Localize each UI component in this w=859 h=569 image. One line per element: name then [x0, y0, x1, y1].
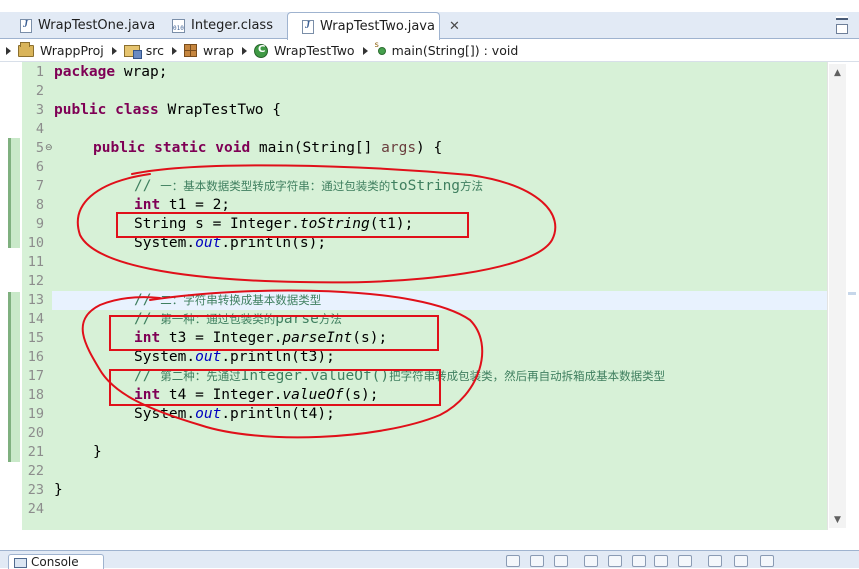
remove-launch-icon[interactable] [530, 555, 544, 567]
line-number: 8 [35, 197, 44, 213]
code-line-23: } [54, 482, 63, 498]
code-line-13-comment: // 二：字符串转换成基本数据类型 [134, 292, 322, 308]
breadcrumb-label: wrap [203, 43, 234, 58]
code-line-9: String s = Integer.toString(t1); [134, 216, 414, 232]
breadcrumb-project[interactable]: WrappProj [6, 41, 104, 58]
code-editor[interactable]: 1 2 3 4 5 ⊖ 6 7 8 9 10 11 12 13 14 15 16… [0, 62, 859, 530]
tab-console[interactable]: Console [8, 554, 104, 569]
line-number: 12 [27, 273, 44, 289]
code-line-15: int t3 = Integer.parseInt(s); [134, 330, 388, 346]
line-number: 9 [35, 216, 44, 232]
method-icon [375, 40, 386, 55]
display-console-icon[interactable] [734, 555, 748, 567]
line-number: 24 [27, 501, 44, 517]
console-tab-label: Console [31, 555, 79, 569]
tab-integer-class[interactable]: Integer.class [158, 12, 282, 39]
quick-diff-marker [8, 138, 20, 248]
line-number: 2 [35, 83, 44, 99]
line-number: 23 [27, 482, 44, 498]
scroll-lock-icon[interactable] [608, 555, 622, 567]
breadcrumb-class[interactable]: WrapTestTwo [242, 43, 355, 58]
tab-wraptesttwo[interactable]: WrapTestTwo.java ✕ [287, 12, 460, 40]
code-line-16: System.out.println(t3); [134, 349, 335, 365]
tab-label: WrapTestOne.java [38, 18, 156, 33]
line-number: 6 [35, 159, 44, 175]
code-line-3: public class WrapTestTwo { [54, 102, 281, 118]
code-text-area[interactable]: package wrap; public class WrapTestTwo {… [52, 62, 827, 530]
breadcrumb-label: WrapTestTwo [274, 43, 355, 58]
line-number: 21 [27, 444, 44, 460]
line-number: 16 [27, 349, 44, 365]
line-number: 4 [35, 121, 44, 137]
code-line-21: } [93, 444, 102, 460]
line-number-ruler: 1 2 3 4 5 ⊖ 6 7 8 9 10 11 12 13 14 15 16… [22, 62, 53, 530]
breadcrumb-label: src [145, 43, 165, 58]
line-number: 11 [27, 254, 44, 270]
line-number: 5 [35, 140, 44, 156]
breadcrumb-method[interactable]: main(String[]) : void [362, 40, 519, 58]
breadcrumb-src[interactable]: src [111, 43, 165, 59]
code-line-18: int t4 = Integer.valueOf(s); [134, 387, 379, 403]
chevron-right-icon [242, 46, 247, 55]
java-file-icon [20, 18, 32, 33]
pin-console-icon[interactable] [708, 555, 722, 567]
code-line-8: int t1 = 2; [134, 197, 231, 213]
line-number: 10 [27, 235, 44, 251]
clear-console-icon[interactable] [584, 555, 598, 567]
quick-diff-marker [8, 292, 20, 462]
chevron-right-icon [172, 46, 178, 55]
line-number: 15 [27, 330, 44, 346]
code-line-19: System.out.println(t4); [134, 406, 335, 422]
line-number: 1 [35, 64, 44, 80]
close-icon[interactable]: ✕ [449, 19, 460, 34]
code-line-10: System.out.println(s); [134, 235, 327, 251]
breadcrumb-package[interactable]: wrap [172, 43, 234, 58]
source-folder-icon [123, 44, 142, 59]
tab-label: Integer.class [191, 18, 273, 33]
chevron-right-icon [111, 46, 117, 55]
breadcrumb: WrappProj src wrap WrapTestTwo main(Stri… [0, 40, 859, 62]
editor-tab-bar: WrapTestOne.java Integer.class WrapTestT… [0, 12, 859, 40]
maximize-icon[interactable] [836, 24, 848, 34]
remove-all-icon[interactable] [554, 555, 568, 567]
project-icon [18, 41, 34, 57]
tab-label: WrapTestTwo.java [320, 19, 435, 34]
vertical-scrollbar[interactable]: ▲ ▼ [829, 64, 846, 528]
terminate-icon[interactable] [506, 555, 520, 567]
console-view-bar: Console [0, 550, 859, 569]
scroll-up-icon[interactable]: ▲ [829, 64, 846, 81]
word-wrap-icon[interactable] [632, 555, 646, 567]
package-icon [184, 44, 198, 57]
breadcrumb-label: main(String[]) : void [391, 43, 519, 58]
minimize-icon[interactable] [836, 16, 848, 20]
show-on-error-icon[interactable] [678, 555, 692, 567]
line-number: 7 [35, 178, 44, 194]
code-line-5: public static void main(String[] args) { [93, 140, 443, 156]
tab-wraptestone[interactable]: WrapTestOne.java [6, 12, 156, 39]
java-file-icon [302, 19, 314, 34]
line-number: 3 [35, 102, 44, 118]
console-icon [14, 558, 27, 568]
vertical-ruler [0, 62, 22, 530]
line-number: 18 [27, 387, 44, 403]
code-line-14-comment: // 第一种：通过包装类的parse方法 [134, 311, 342, 327]
line-number: 17 [27, 368, 44, 384]
class-file-icon [172, 18, 185, 33]
show-on-output-icon[interactable] [654, 555, 668, 567]
line-number: 20 [27, 425, 44, 441]
code-line-7-comment: // 一：基本数据类型转成字符串：通过包装类的toString方法 [134, 178, 484, 194]
chevron-right-icon [362, 46, 368, 55]
open-console-icon[interactable] [760, 555, 774, 567]
class-icon [254, 43, 268, 58]
code-line-1: package wrap; [54, 64, 168, 80]
overview-marker[interactable] [848, 292, 856, 295]
line-number: 19 [27, 406, 44, 422]
chevron-right-icon [6, 46, 11, 55]
line-number: 14 [27, 311, 44, 327]
scroll-down-icon[interactable]: ▼ [829, 511, 846, 528]
line-number: 13 [27, 292, 44, 308]
line-number: 22 [27, 463, 44, 479]
breadcrumb-label: WrappProj [40, 43, 104, 58]
code-line-17-comment: // 第二种：先通过Integer.valueOf()把字符串转成包装类，然后再… [134, 368, 666, 384]
